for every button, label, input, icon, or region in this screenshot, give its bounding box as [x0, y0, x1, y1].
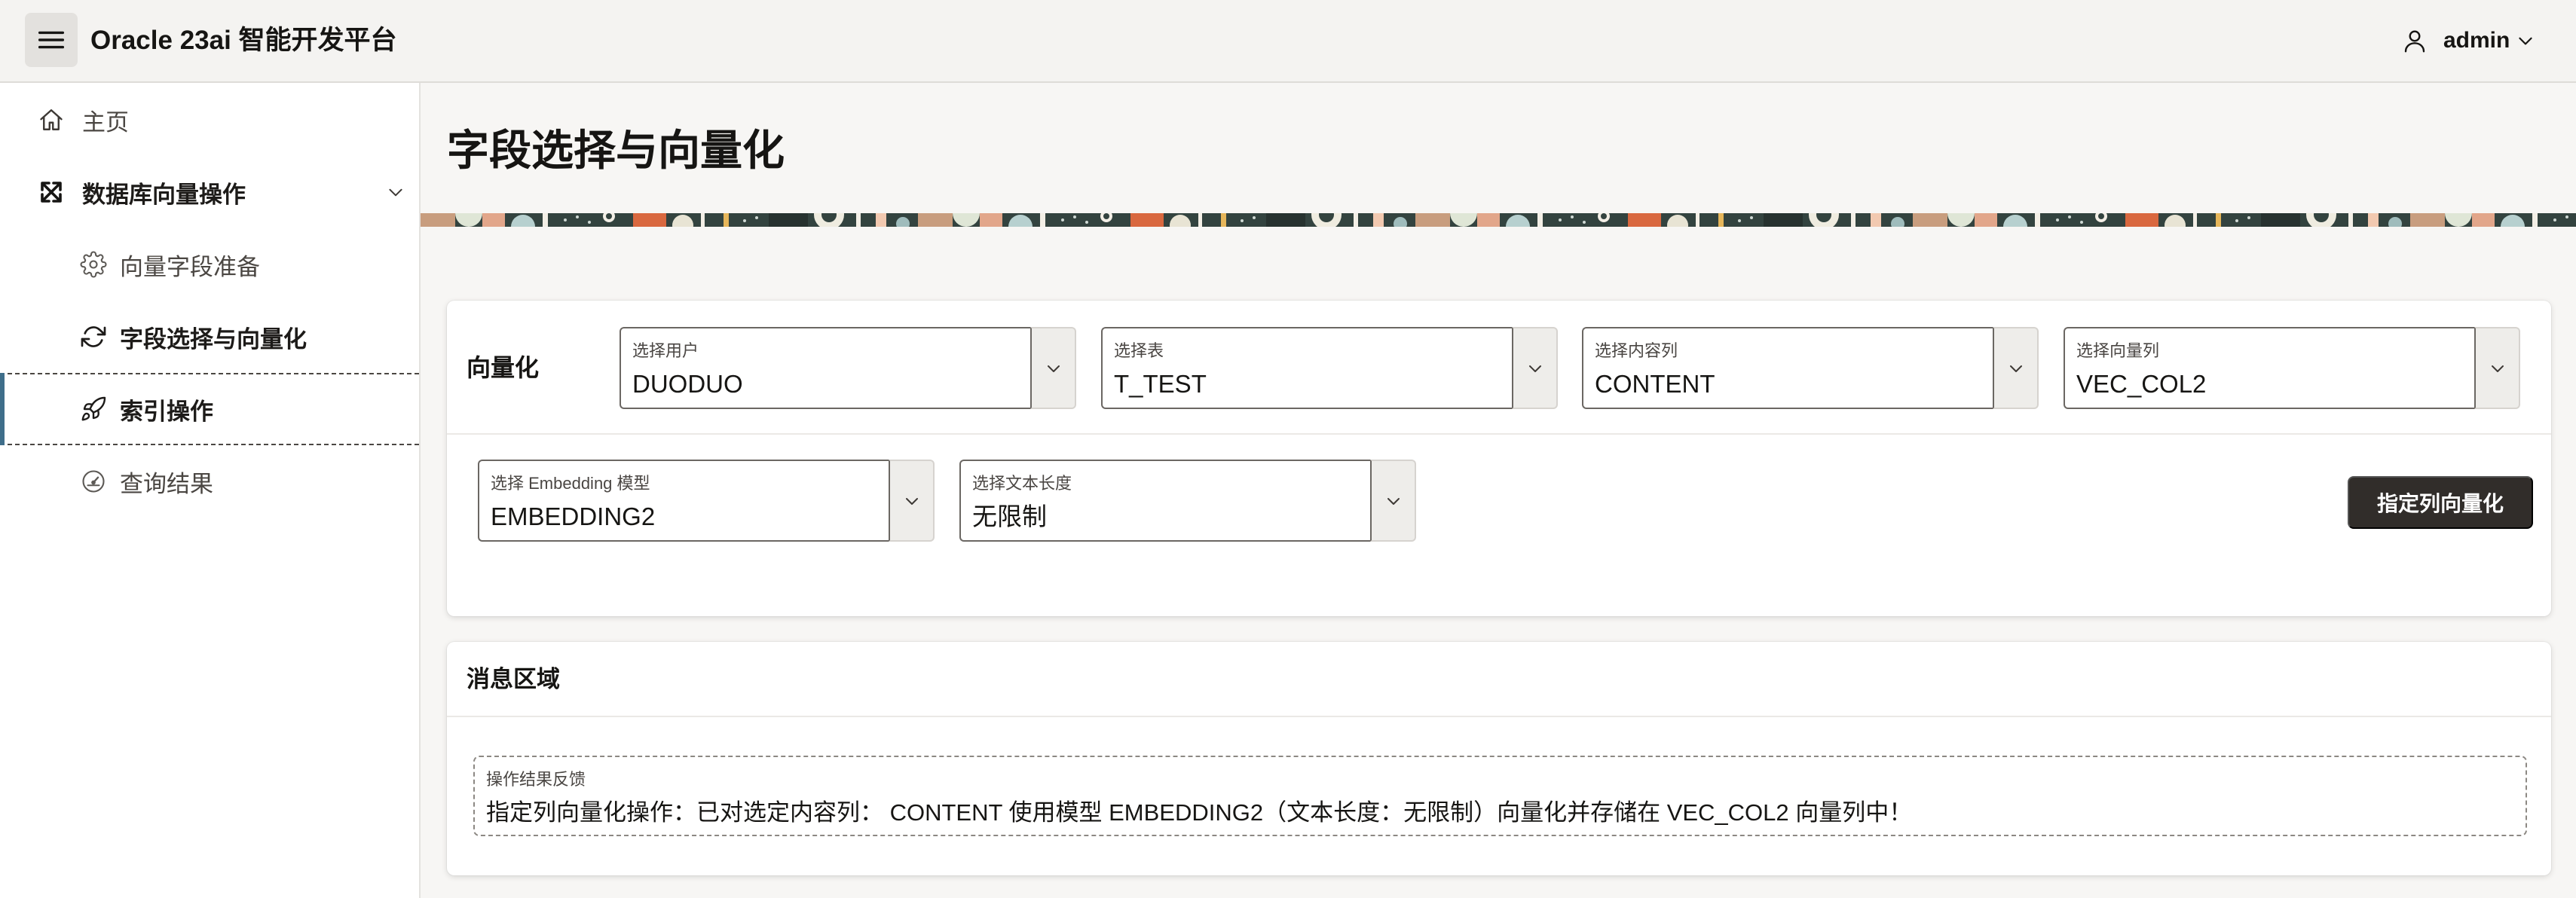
- select-field[interactable]: 选择用户 DUODUO: [620, 327, 1030, 409]
- vectorize-column-button[interactable]: 指定列向量化: [2348, 476, 2533, 529]
- chevron-down-icon: [2009, 365, 2022, 372]
- select-field[interactable]: 选择文本长度 无限制: [959, 460, 1370, 542]
- select-value: EMBEDDING2: [491, 502, 656, 530]
- sidebar-item-field-vectorize[interactable]: 字段选择与向量化: [0, 301, 419, 373]
- chevron-down-icon: [2519, 37, 2532, 45]
- select-label: 选择内容列: [1595, 341, 1678, 360]
- chevron-down-icon: [1528, 365, 1541, 372]
- region-title: 向量化: [467, 354, 540, 381]
- vectorize-region: 向量化 选择用户 DUODUO 选择表 T_TEST 选择内容列 CONTENT…: [447, 301, 2551, 616]
- select-label: 选择文本长度: [972, 474, 1072, 493]
- select-vector-column[interactable]: 选择向量列 VEC_COL2: [2064, 327, 2520, 409]
- select-value: 无限制: [972, 502, 1047, 530]
- feedback-text: 指定列向量化操作：已对选定内容列： CONTENT 使用模型 EMBEDDING…: [486, 799, 1913, 826]
- decorative-banner: [421, 213, 2576, 227]
- sidebar-item-label: 数据库向量操作: [82, 181, 246, 208]
- chevron-down-icon: [905, 497, 918, 505]
- user-menu[interactable]: admin: [2397, 0, 2547, 81]
- refresh-icon: [80, 323, 107, 350]
- sidebar-item-vector-operations[interactable]: 数据库向量操作: [0, 156, 419, 228]
- select-dropdown-button[interactable]: [1993, 327, 2039, 409]
- feedback-display: 操作结果反馈 指定列向量化操作：已对选定内容列： CONTENT 使用模型 EM…: [473, 756, 2527, 836]
- sidebar-item-index-operations[interactable]: 索引操作: [0, 373, 419, 445]
- select-dropdown-button[interactable]: [889, 460, 935, 542]
- app-header: Oracle 23ai 智能开发平台 admin: [0, 0, 2576, 83]
- gear-icon: [80, 251, 107, 278]
- select-dropdown-button[interactable]: [1512, 327, 1558, 409]
- chevron-down-icon: [2491, 365, 2504, 372]
- sidebar-item-label: 字段选择与向量化: [120, 325, 307, 353]
- page-title: 字段选择与向量化: [447, 127, 785, 174]
- region-divider: [447, 716, 2551, 717]
- chevron-down-icon: [1387, 497, 1400, 505]
- user-name: admin: [2443, 28, 2510, 53]
- sidebar-item-label: 查询结果: [120, 470, 213, 497]
- select-content-column[interactable]: 选择内容列 CONTENT: [1582, 327, 2039, 409]
- rocket-icon: [80, 396, 107, 423]
- hamburger-menu-icon: [38, 31, 65, 49]
- chevron-down-icon[interactable]: [386, 182, 405, 202]
- home-icon: [38, 106, 65, 133]
- select-text-length[interactable]: 选择文本长度 无限制: [959, 460, 1416, 542]
- app-title[interactable]: Oracle 23ai 智能开发平台: [90, 0, 397, 81]
- gauge-icon: [80, 468, 107, 495]
- select-value: T_TEST: [1114, 370, 1207, 398]
- select-label: 选择表: [1114, 341, 1164, 360]
- user-icon: [2404, 30, 2425, 53]
- select-label: 选择 Embedding 模型: [491, 474, 650, 493]
- sidebar-item-query-results[interactable]: 查询结果: [0, 445, 419, 518]
- sidebar-item-label: 向量字段准备: [120, 253, 260, 280]
- select-dropdown-button[interactable]: [2474, 327, 2520, 409]
- menu-toggle-button[interactable]: [25, 13, 78, 67]
- select-user[interactable]: 选择用户 DUODUO: [620, 327, 1076, 409]
- select-field[interactable]: 选择表 T_TEST: [1101, 327, 1512, 409]
- chevron-down-icon: [1047, 365, 1060, 372]
- select-value: VEC_COL2: [2076, 370, 2207, 398]
- feedback-label: 操作结果反馈: [486, 770, 586, 789]
- select-field[interactable]: 选择内容列 CONTENT: [1582, 327, 1993, 409]
- sidebar-item-label: 索引操作: [120, 398, 213, 425]
- select-dropdown-button[interactable]: [1030, 327, 1076, 409]
- select-field[interactable]: 选择 Embedding 模型 EMBEDDING2: [478, 460, 889, 542]
- sidebar-item-vector-field-prep[interactable]: 向量字段准备: [0, 228, 419, 301]
- select-label: 选择向量列: [2076, 341, 2160, 360]
- expand-arrows-icon: [38, 179, 65, 206]
- region-title: 消息区域: [467, 666, 560, 692]
- region-divider: [447, 433, 2551, 435]
- select-table[interactable]: 选择表 T_TEST: [1101, 327, 1558, 409]
- sidebar-item-home[interactable]: 主页: [0, 84, 419, 156]
- select-dropdown-button[interactable]: [1370, 460, 1416, 542]
- select-value: CONTENT: [1595, 370, 1715, 398]
- sidebar-item-label: 主页: [82, 108, 129, 136]
- select-field[interactable]: 选择向量列 VEC_COL2: [2064, 327, 2474, 409]
- select-value: DUODUO: [632, 370, 743, 398]
- sidebar-nav: 主页 数据库向量操作 向量字段准备 字段选择与向量化 索引操作 查询结果: [0, 83, 421, 898]
- message-region: 消息区域 操作结果反馈 指定列向量化操作：已对选定内容列： CONTENT 使用…: [447, 642, 2551, 875]
- select-embedding-model[interactable]: 选择 Embedding 模型 EMBEDDING2: [478, 460, 935, 542]
- select-label: 选择用户: [632, 341, 699, 360]
